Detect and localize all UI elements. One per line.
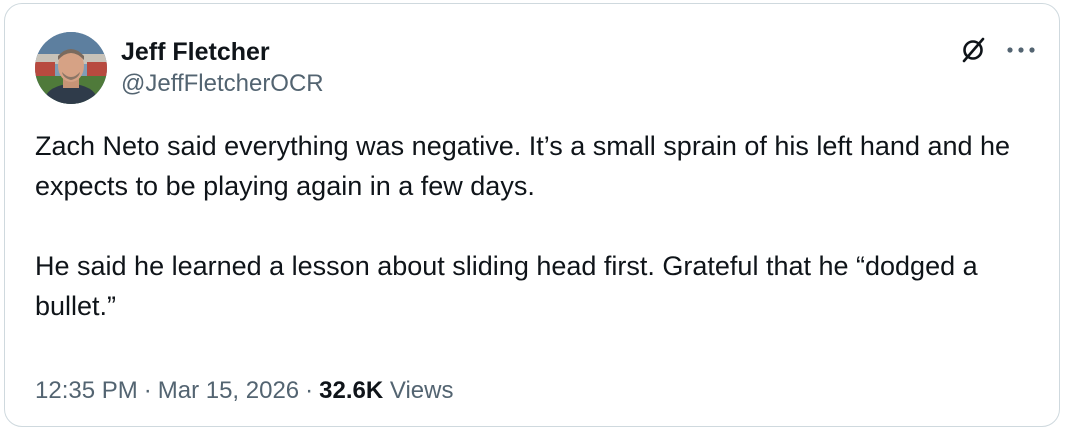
tweet-header: Jeff Fletcher @JeffFletcherOCR (35, 30, 1039, 106)
meta-separator: · (143, 377, 152, 404)
grok-icon[interactable] (957, 34, 989, 66)
views-count: 32.6K (319, 377, 384, 404)
tweet-paragraph: He said he learned a lesson about slidin… (35, 251, 978, 321)
author-handle[interactable]: @JeffFletcherOCR (121, 69, 324, 99)
avatar[interactable] (35, 32, 107, 104)
tweet-text: Zach Neto said everything was negative. … (35, 126, 1015, 326)
tweet-meta: 12:35 PM · Mar 15, 2026 · 32.6K Views (35, 374, 453, 408)
header-actions (957, 34, 1039, 66)
tweet-time[interactable]: 12:35 PM (35, 377, 138, 404)
author-display-name[interactable]: Jeff Fletcher (121, 37, 324, 67)
tweet-date[interactable]: Mar 15, 2026 (158, 377, 299, 404)
views-label: Views (389, 377, 454, 404)
meta-separator: · (305, 377, 314, 404)
tweet-paragraph: Zach Neto said everything was negative. … (35, 131, 1011, 201)
author-identity: Jeff Fletcher @JeffFletcherOCR (121, 32, 324, 104)
avatar-photo (35, 32, 107, 104)
tweet-card: Jeff Fletcher @JeffFletcherOCR Zach Neto… (4, 3, 1060, 427)
more-icon[interactable] (1003, 34, 1039, 66)
